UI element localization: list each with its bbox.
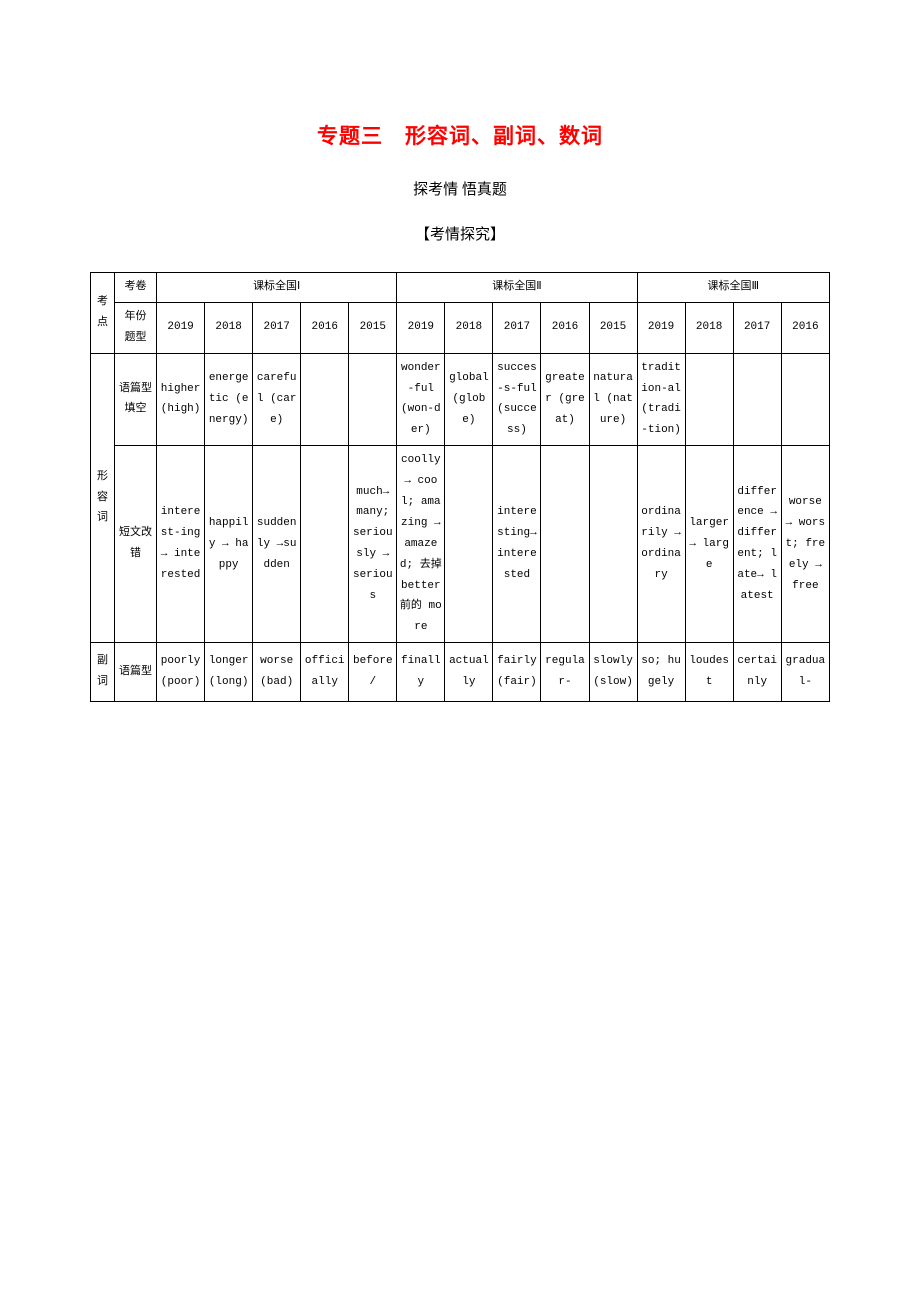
kaodian-header: 考点 <box>91 273 115 354</box>
year-cell: 2019 <box>637 302 685 353</box>
data-cell: succes-s-ful (success) <box>493 353 541 446</box>
year-cell: 2016 <box>301 302 349 353</box>
data-cell: ordinarily → ordinary <box>637 446 685 643</box>
fill-label: 语篇型填空 <box>115 353 157 446</box>
data-cell: coolly → cool; amazing → amazed; 去掉 bett… <box>397 446 445 643</box>
data-cell: happily → happy <box>205 446 253 643</box>
data-cell: worse → worst; freely → free <box>781 446 829 643</box>
data-cell: interest-ing → interested <box>157 446 205 643</box>
year-cell: 2017 <box>253 302 301 353</box>
year-type-header: 年份题型 <box>115 302 157 353</box>
group3-header: 课标全国Ⅲ <box>637 273 829 303</box>
data-cell <box>301 353 349 446</box>
year-cell: 2019 <box>157 302 205 353</box>
data-cell: natural (nature) <box>589 353 637 446</box>
data-cell: higher (high) <box>157 353 205 446</box>
year-cell: 2017 <box>733 302 781 353</box>
year-cell: 2019 <box>397 302 445 353</box>
data-cell: difference → different; late→ latest <box>733 446 781 643</box>
year-cell: 2018 <box>205 302 253 353</box>
data-cell <box>349 353 397 446</box>
data-cell: much→ many; seriously → serious <box>349 446 397 643</box>
adj-fill-row: 形容词 语篇型填空 higher (high) energetic (energ… <box>91 353 830 446</box>
data-cell: before / <box>349 643 397 702</box>
data-cell: gradual- <box>781 643 829 702</box>
adj-err-row: 短文改错 interest-ing → interested happily →… <box>91 446 830 643</box>
data-cell: suddenly →sudden <box>253 446 301 643</box>
section-label: 【考情探究】 <box>90 223 830 244</box>
data-cell <box>541 446 589 643</box>
data-cell: energetic (energy) <box>205 353 253 446</box>
year-cell: 2015 <box>349 302 397 353</box>
page-title: 专题三 形容词、副词、数词 <box>90 120 830 150</box>
data-cell: interesting→ interested <box>493 446 541 643</box>
data-cell: careful (care) <box>253 353 301 446</box>
data-cell <box>733 353 781 446</box>
data-cell: loudest <box>685 643 733 702</box>
data-cell: certainly <box>733 643 781 702</box>
adv-fill-row: 副词 语篇型 poorly (poor) longer (long) worse… <box>91 643 830 702</box>
data-cell: poorly (poor) <box>157 643 205 702</box>
data-cell: slowly (slow) <box>589 643 637 702</box>
juanzhen-header: 考卷 <box>115 273 157 303</box>
fill2-label: 语篇型 <box>115 643 157 702</box>
data-cell <box>781 353 829 446</box>
data-cell <box>301 446 349 643</box>
data-cell: greater (great) <box>541 353 589 446</box>
data-cell: regular- <box>541 643 589 702</box>
exam-table: 考点 考卷 课标全国Ⅰ 课标全国Ⅱ 课标全国Ⅲ 年份题型 2019 2018 2… <box>90 272 830 702</box>
data-cell: fairly (fair) <box>493 643 541 702</box>
year-cell: 2018 <box>445 302 493 353</box>
adj-label: 形容词 <box>91 353 115 643</box>
data-cell <box>589 446 637 643</box>
data-cell: finally <box>397 643 445 702</box>
data-cell: tradition-al (tradi-tion) <box>637 353 685 446</box>
err-label: 短文改错 <box>115 446 157 643</box>
year-cell: 2015 <box>589 302 637 353</box>
data-cell: longer (long) <box>205 643 253 702</box>
data-cell: actually <box>445 643 493 702</box>
year-cell: 2018 <box>685 302 733 353</box>
subtitle: 探考情 悟真题 <box>90 178 830 199</box>
header-row-2: 年份题型 2019 2018 2017 2016 2015 2019 2018 … <box>91 302 830 353</box>
data-cell: global (globe) <box>445 353 493 446</box>
data-cell: wonder-ful (won-der) <box>397 353 445 446</box>
year-cell: 2017 <box>493 302 541 353</box>
data-cell <box>685 353 733 446</box>
group1-header: 课标全国Ⅰ <box>157 273 397 303</box>
adv-label: 副词 <box>91 643 115 702</box>
group2-header: 课标全国Ⅱ <box>397 273 637 303</box>
data-cell: larger → large <box>685 446 733 643</box>
header-row-1: 考点 考卷 课标全国Ⅰ 课标全国Ⅱ 课标全国Ⅲ <box>91 273 830 303</box>
year-cell: 2016 <box>541 302 589 353</box>
data-cell: so; hugely <box>637 643 685 702</box>
data-cell <box>445 446 493 643</box>
data-cell: officially <box>301 643 349 702</box>
year-cell: 2016 <box>781 302 829 353</box>
data-cell: worse (bad) <box>253 643 301 702</box>
